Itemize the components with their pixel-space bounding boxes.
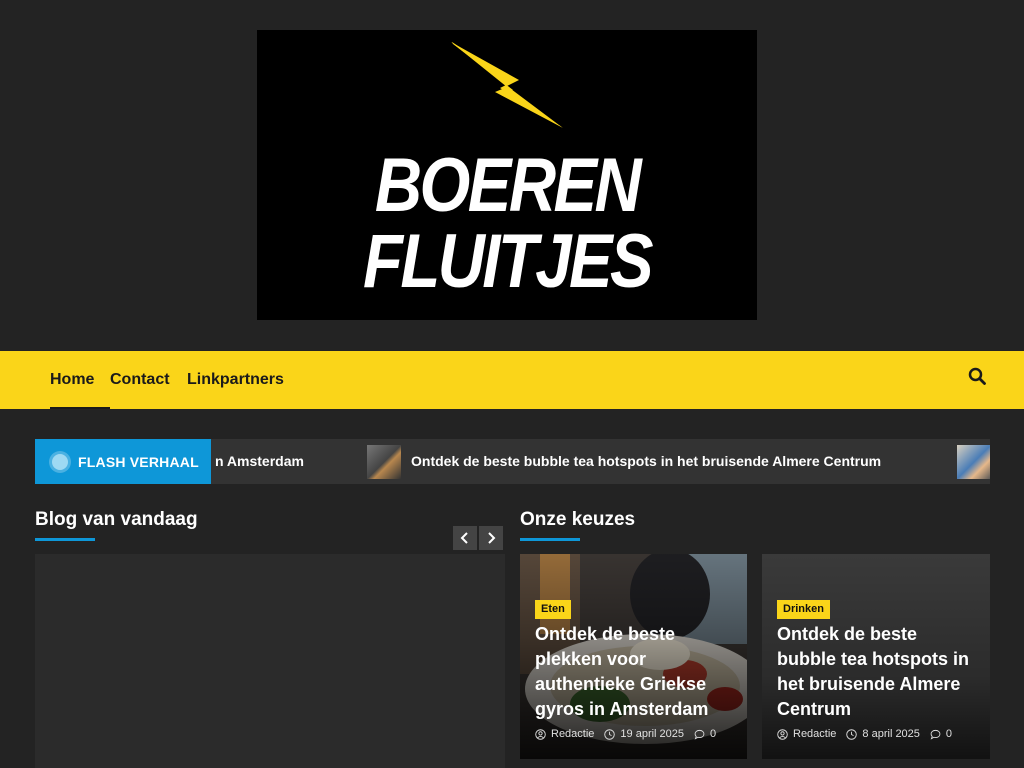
nav-active-indicator (50, 407, 110, 409)
nav-item-contact[interactable]: Contact (110, 351, 170, 409)
post-comments[interactable]: 0 (946, 728, 952, 740)
flash-label-text: FLASH VERHAAL (78, 453, 199, 470)
nav-item-home[interactable]: Home (50, 351, 94, 409)
ticker-item[interactable]: Ontdek de beste bubble tea hotspots in h… (411, 439, 881, 484)
post-meta: Redactie 8 april 2025 0 (777, 728, 952, 740)
clock-icon (846, 728, 858, 740)
comment-icon (930, 729, 941, 740)
ticker-thumbnail[interactable] (367, 445, 401, 479)
flash-label: FLASH VERHAAL (35, 439, 211, 484)
logo-text-line2: FLUITJES (362, 219, 654, 304)
pulse-dot-icon (52, 453, 68, 470)
category-badge[interactable]: Drinken (777, 600, 830, 620)
post-date[interactable]: 8 april 2025 (862, 728, 920, 740)
post-author[interactable]: Redactie (551, 728, 594, 740)
post-author[interactable]: Redactie (793, 728, 836, 740)
nav-item-linkpartners[interactable]: Linkpartners (187, 351, 284, 409)
section-title-keuzes: Onze keuzes (520, 509, 636, 530)
ticker-item[interactable]: n Amsterdam (215, 439, 304, 484)
chevron-right-icon (488, 532, 496, 544)
user-icon (535, 728, 546, 740)
flash-news-ticker: FLASH VERHAAL n Amsterdam Ontdek de best… (35, 439, 990, 484)
user-icon (777, 728, 788, 740)
slider-next-button[interactable] (479, 526, 503, 550)
blog-slider-card[interactable] (35, 554, 505, 768)
post-meta: Redactie 19 april 2025 0 (535, 728, 716, 740)
logo-text-line1: BOEREN (374, 143, 642, 228)
category-badge[interactable]: Eten (535, 600, 571, 620)
featured-post-card[interactable]: Eten Ontdek de beste plekken voor authen… (520, 554, 747, 759)
featured-post-card[interactable]: Drinken Ontdek de beste bubble tea hotsp… (762, 554, 990, 759)
slider-prev-button[interactable] (453, 526, 477, 550)
title-underline (520, 538, 580, 541)
post-title[interactable]: Ontdek de beste plekken voor authentieke… (535, 622, 735, 722)
post-title[interactable]: Ontdek de beste bubble tea hotspots in h… (777, 622, 977, 722)
comment-icon (694, 729, 705, 740)
post-date[interactable]: 19 april 2025 (620, 728, 684, 740)
site-logo[interactable]: BOEREN FLUITJES (257, 30, 757, 320)
post-comments[interactable]: 0 (710, 728, 716, 740)
search-icon[interactable] (968, 367, 986, 385)
title-underline (35, 538, 95, 541)
main-navigation: Home Contact Linkpartners (0, 351, 1024, 409)
clock-icon (604, 728, 616, 740)
section-title-blog: Blog van vandaag (35, 509, 198, 530)
ticker-thumbnail[interactable] (957, 445, 990, 479)
chevron-left-icon (460, 532, 468, 544)
